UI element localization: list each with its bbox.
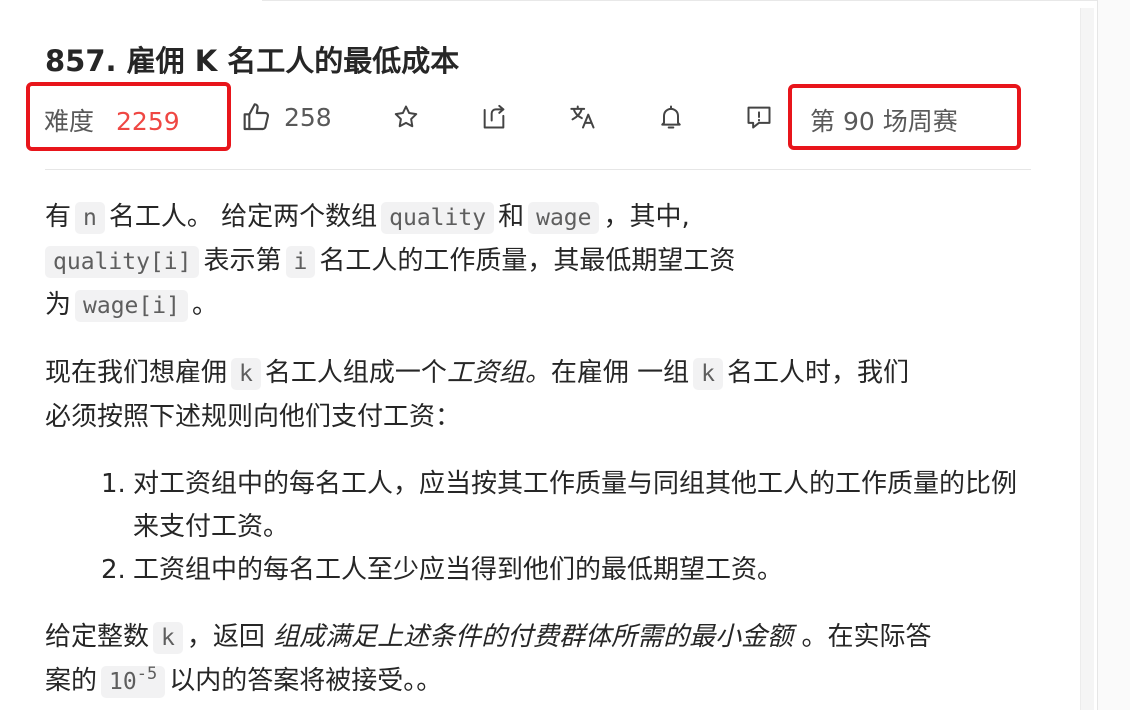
code-k: k: [231, 358, 261, 390]
text: 名工人组成一个: [264, 358, 447, 388]
share-icon: [483, 104, 505, 129]
problem-description: 有 n 名工人。 给定两个数组 quality 和 wage ，其中, quality[i]…: [45, 196, 1045, 710]
code-exponent: -5: [136, 664, 158, 684]
emphasis-text: 工资组。: [446, 358, 551, 388]
code-k: k: [153, 622, 183, 654]
text: 有: [45, 202, 72, 232]
text: 必须按照下述规则向他们支付工资：: [45, 402, 462, 432]
share-button[interactable]: [477, 100, 511, 134]
text: 。: [191, 290, 218, 320]
text: 名工人的工作质量，其最低期望工资: [319, 246, 736, 276]
like-count: 258: [284, 102, 332, 132]
text: 在雇佣 一组: [550, 358, 690, 388]
difficulty-highlight-box: [26, 82, 231, 151]
bell-icon: [661, 105, 681, 129]
translate-icon: [570, 105, 595, 129]
problem-meta-bar: 难度 2259 258 第 90 场周赛: [0, 82, 1060, 154]
text: 名工人。 给定两个数组: [108, 202, 378, 232]
description-paragraph: 有 n 名工人。 给定两个数组 quality 和 wage ，其中, quality[i]…: [45, 196, 1045, 328]
code-wage-i: wage[i]: [75, 290, 188, 322]
text: 以内的答案将被接受。。: [169, 666, 443, 696]
text: 案的: [45, 666, 98, 696]
code-k: k: [693, 358, 724, 390]
feedback-icon: [747, 106, 771, 129]
code-base: 10: [109, 669, 137, 695]
rule-text: 工资组中的每名工人至少应当得到他们的最低期望工资。: [133, 555, 784, 585]
top-border: [262, 0, 1102, 6]
emphasis-text: 组成满足上述条件的付费群体所需的最小金额: [273, 622, 794, 652]
text: 给定整数: [45, 622, 150, 652]
text: 名工人时，我们: [727, 358, 910, 388]
thumbs-up-icon: [243, 103, 270, 131]
problem-title: 857. 雇佣 K 名工人的最低成本: [45, 44, 460, 78]
notify-button[interactable]: [654, 100, 688, 134]
code-quality-i: quality[i]: [45, 246, 200, 278]
text: ，返回: [186, 622, 265, 652]
code-wage: wage: [528, 202, 600, 234]
list-item: 2. 工资组中的每名工人至少应当得到他们的最低期望工资。: [101, 549, 1045, 592]
scrollbar[interactable]: [1080, 8, 1094, 710]
text: 表示第: [203, 246, 282, 276]
panel-splitter[interactable]: [1097, 0, 1130, 710]
text: ，其中,: [603, 202, 690, 232]
divider: [45, 169, 1031, 170]
text: 现在我们想雇佣: [45, 358, 228, 388]
contest-highlight-box: [788, 84, 1021, 150]
code-precision: 10-5: [101, 664, 166, 698]
rule-text: 对工资组中的每名工人，应当按其工作质量与同组其他工人的工作质量的比例来支付工资。: [133, 469, 1018, 542]
text: 。在实际答: [801, 622, 932, 652]
description-paragraph: 给定整数 k ，返回 组成满足上述条件的付费群体所需的最小金额 。在实际答 案的 10…: [45, 616, 1045, 704]
code-quality: quality: [381, 202, 495, 234]
rules-list: 1. 对工资组中的每名工人，应当按其工作质量与同组其他工人的工作质量的比例来支付工…: [101, 463, 1045, 592]
list-number: 2.: [101, 555, 126, 585]
star-icon: [394, 105, 418, 128]
feedback-button[interactable]: [742, 100, 776, 134]
translate-button[interactable]: [566, 100, 600, 134]
code-i: i: [285, 246, 316, 278]
list-item: 1. 对工资组中的每名工人，应当按其工作质量与同组其他工人的工作质量的比例来支付工…: [101, 463, 1031, 549]
list-number: 1.: [101, 469, 126, 499]
text: 为: [45, 290, 72, 320]
favorite-button[interactable]: [389, 100, 423, 134]
description-paragraph: 现在我们想雇佣 k 名工人组成一个工资组。在雇佣 一组 k 名工人时，我们 必须按照下述…: [45, 352, 1045, 439]
text: 和: [498, 202, 525, 232]
code-n: n: [75, 202, 105, 234]
like-button[interactable]: 258: [240, 100, 332, 134]
